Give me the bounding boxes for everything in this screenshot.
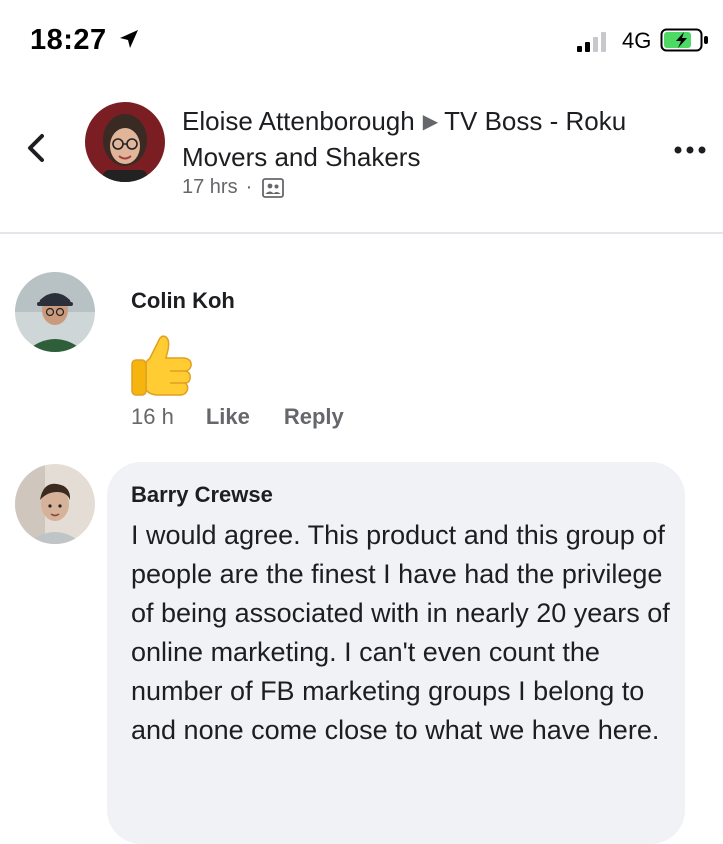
comment-bubble: Barry Crewse I would agree. This product… xyxy=(107,462,685,844)
network-type: 4G xyxy=(622,28,652,53)
comment-time[interactable]: 16 h xyxy=(131,404,174,430)
group-privacy-icon xyxy=(262,177,285,198)
post-meta: 17 hrs · xyxy=(182,176,285,199)
comment-actions: 16 h Like Reply xyxy=(131,404,344,430)
comment-item: Colin Koh 16 h Like Reply xyxy=(0,270,723,440)
post-header: Eloise Attenborough ▶ TV Boss - Roku Mover… xyxy=(0,80,723,234)
status-time: 18:27 xyxy=(30,24,107,56)
comment-text: I would agree. This product and this gro… xyxy=(131,520,670,745)
reply-button[interactable]: Reply xyxy=(284,404,344,430)
commenter-avatar[interactable] xyxy=(15,464,95,544)
more-options-icon[interactable] xyxy=(670,140,710,160)
commenter-avatar[interactable] xyxy=(15,272,95,352)
cellular-signal-icon xyxy=(577,32,606,52)
back-chevron-icon[interactable] xyxy=(22,128,52,168)
like-button[interactable]: Like xyxy=(206,404,250,430)
meta-separator: · xyxy=(245,176,253,198)
post-time[interactable]: 17 hrs xyxy=(182,176,238,199)
status-bar: 18:27 4G xyxy=(0,0,723,80)
commenter-name[interactable]: Barry Crewse xyxy=(131,482,273,508)
post-title: Eloise Attenborough ▶ TV Boss - Roku Mover… xyxy=(182,104,642,175)
comment-item: Barry Crewse I would agree. This product… xyxy=(0,462,723,844)
author-avatar[interactable] xyxy=(85,102,165,182)
post-author-name[interactable]: Eloise Attenborough xyxy=(182,106,415,136)
triangle-right-icon: ▶ xyxy=(422,111,439,133)
commenter-name[interactable]: Colin Koh xyxy=(131,288,235,314)
battery-charging-icon xyxy=(660,28,708,52)
thumbs-up-emoji xyxy=(131,335,192,396)
location-arrow-icon xyxy=(120,30,138,48)
